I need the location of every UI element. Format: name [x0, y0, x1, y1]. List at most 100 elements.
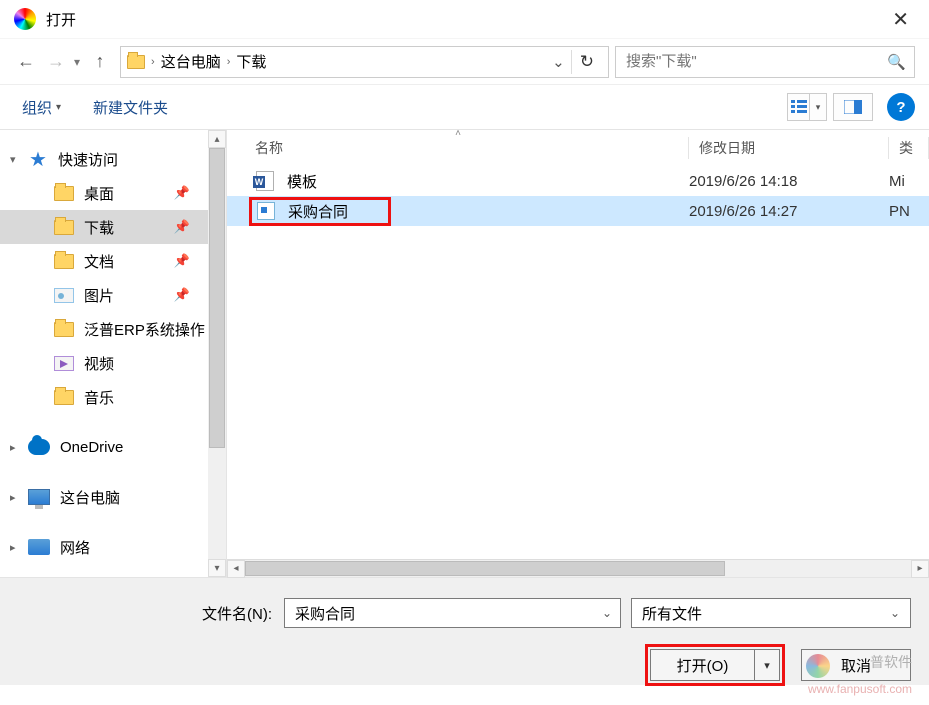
address-bar[interactable]: › 这台电脑 › 下载 ⌄ ↻	[120, 46, 609, 78]
expand-icon[interactable]: ▸	[10, 491, 16, 504]
app-icon	[14, 8, 36, 30]
file-type: PN	[889, 203, 929, 220]
file-row[interactable]: 采购合同 2019/6/26 14:27 PN	[227, 196, 929, 226]
scroll-left-button[interactable]: ◂	[227, 560, 245, 578]
up-button[interactable]: ↑	[88, 50, 112, 74]
column-headers: 名称 ˄ 修改日期 类	[227, 130, 929, 166]
filename-input[interactable]	[293, 604, 602, 623]
watermark-url: www.fanpusoft.com	[808, 682, 912, 696]
preview-pane-icon	[844, 100, 862, 114]
video-icon	[54, 356, 74, 371]
organize-menu[interactable]: 组织 ▾	[14, 93, 69, 122]
network-icon	[28, 539, 50, 555]
column-header-type[interactable]: 类	[889, 130, 929, 166]
scroll-down-button[interactable]: ▾	[208, 559, 226, 577]
address-dropdown[interactable]: ⌄	[546, 53, 571, 71]
dialog-footer: 文件名(N): ⌄ 所有文件 ⌄ 打开(O) ▾ 取消 普软件 www.fanp…	[0, 577, 929, 685]
sidebar: ▾ ★ 快速访问 桌面 📌 下载 📌 文档 📌	[0, 130, 226, 577]
file-date: 2019/6/26 14:27	[689, 203, 889, 220]
navigation-bar: ← → ▾ ↑ › 这台电脑 › 下载 ⌄ ↻ 🔍	[0, 38, 929, 84]
scroll-up-button[interactable]: ▴	[208, 130, 226, 148]
star-icon: ★	[28, 149, 48, 169]
pin-icon: 📌	[174, 253, 190, 269]
word-file-icon	[255, 171, 275, 191]
scroll-thumb[interactable]	[209, 148, 225, 448]
open-button[interactable]: 打开(O)	[650, 649, 754, 681]
sidebar-scrollbar[interactable]: ▴ ▾	[208, 130, 226, 577]
sidebar-item-downloads[interactable]: 下载 📌	[0, 210, 208, 244]
refresh-icon[interactable]: ↻	[572, 52, 602, 72]
folder-icon	[54, 220, 74, 235]
cancel-button[interactable]: 取消 普软件 www.fanpusoft.com	[801, 649, 911, 681]
sidebar-item-pictures[interactable]: 图片 📌	[0, 278, 208, 312]
file-type: Mi	[889, 173, 929, 190]
chevron-down-icon: ▾	[810, 102, 826, 113]
close-icon[interactable]: ✕	[886, 7, 915, 32]
file-list[interactable]: 模板 2019/6/26 14:18 Mi 采购合同 2019/6/26 14:…	[227, 166, 929, 559]
chevron-down-icon[interactable]: ⌄	[602, 606, 612, 620]
scroll-right-button[interactable]: ▸	[911, 560, 929, 578]
watermark-logo-icon	[806, 654, 830, 678]
sidebar-item-music[interactable]: 音乐	[0, 380, 208, 414]
pictures-icon	[54, 288, 74, 303]
scroll-track[interactable]	[208, 148, 226, 559]
body: ▾ ★ 快速访问 桌面 📌 下载 📌 文档 📌	[0, 130, 929, 577]
sidebar-quick-access[interactable]: ▾ ★ 快速访问	[0, 142, 208, 176]
chevron-down-icon: ▾	[56, 102, 61, 113]
toolbar: 组织 ▾ 新建文件夹 ▾ ?	[0, 84, 929, 130]
location-folder-icon	[127, 55, 145, 69]
file-type-filter[interactable]: 所有文件 ⌄	[631, 598, 911, 628]
new-folder-button[interactable]: 新建文件夹	[85, 93, 176, 122]
view-options[interactable]: ▾	[787, 93, 827, 121]
sidebar-item-documents[interactable]: 文档 📌	[0, 244, 208, 278]
image-file-icon	[256, 201, 276, 221]
pin-icon: 📌	[174, 219, 190, 235]
breadcrumb-item[interactable]: 这台电脑	[155, 51, 227, 72]
expand-icon[interactable]: ▾	[10, 153, 16, 166]
list-view-icon	[791, 100, 807, 114]
sidebar-network[interactable]: ▸ 网络	[0, 530, 208, 564]
preview-pane-toggle[interactable]	[833, 93, 873, 121]
filename-label: 文件名(N):	[18, 603, 284, 624]
column-header-modified[interactable]: 修改日期	[689, 130, 889, 166]
file-name: 采购合同	[288, 201, 348, 222]
forward-button[interactable]: →	[44, 50, 68, 74]
scroll-thumb[interactable]	[245, 561, 725, 576]
sidebar-onedrive[interactable]: ▸ OneDrive	[0, 430, 208, 464]
recent-locations-dropdown[interactable]: ▾	[74, 55, 80, 69]
sort-indicator-icon: ˄	[455, 128, 461, 139]
sidebar-item-fanpu-erp[interactable]: 泛普ERP系统操作	[0, 312, 208, 346]
sidebar-item-desktop[interactable]: 桌面 📌	[0, 176, 208, 210]
folder-icon	[54, 186, 74, 201]
folder-icon	[54, 390, 74, 405]
file-list-area: 名称 ˄ 修改日期 类 模板 2019/6/26 14:18 Mi	[226, 130, 929, 577]
filename-combobox[interactable]: ⌄	[284, 598, 621, 628]
window-title: 打开	[46, 9, 886, 30]
sidebar-quick-access-group: ▾ ★ 快速访问 桌面 📌 下载 📌 文档 📌	[0, 142, 208, 414]
pin-icon: 📌	[174, 185, 190, 201]
sidebar-item-videos[interactable]: 视频	[0, 346, 208, 380]
file-date: 2019/6/26 14:18	[689, 173, 889, 190]
folder-icon	[54, 322, 74, 337]
column-header-name[interactable]: 名称 ˄	[227, 130, 689, 166]
expand-icon[interactable]: ▸	[10, 441, 16, 454]
sidebar-this-pc[interactable]: ▸ 这台电脑	[0, 480, 208, 514]
file-row[interactable]: 模板 2019/6/26 14:18 Mi	[227, 166, 929, 196]
help-button[interactable]: ?	[887, 93, 915, 121]
search-input[interactable]	[624, 52, 887, 71]
scroll-track[interactable]	[245, 560, 911, 577]
search-icon[interactable]: 🔍	[887, 53, 906, 71]
open-button-highlight: 打开(O) ▾	[645, 644, 785, 686]
pin-icon: 📌	[174, 287, 190, 303]
open-button-dropdown[interactable]: ▾	[754, 649, 780, 681]
pc-icon	[28, 489, 50, 505]
horizontal-scrollbar[interactable]: ◂ ▸	[227, 559, 929, 577]
titlebar: 打开 ✕	[0, 0, 929, 38]
back-button[interactable]: ←	[14, 50, 38, 74]
expand-icon[interactable]: ▸	[10, 541, 16, 554]
search-box[interactable]: 🔍	[615, 46, 915, 78]
file-name: 模板	[287, 171, 317, 192]
breadcrumb-item[interactable]: 下载	[230, 51, 272, 72]
filter-label: 所有文件	[642, 603, 702, 624]
chevron-down-icon: ⌄	[890, 606, 900, 620]
